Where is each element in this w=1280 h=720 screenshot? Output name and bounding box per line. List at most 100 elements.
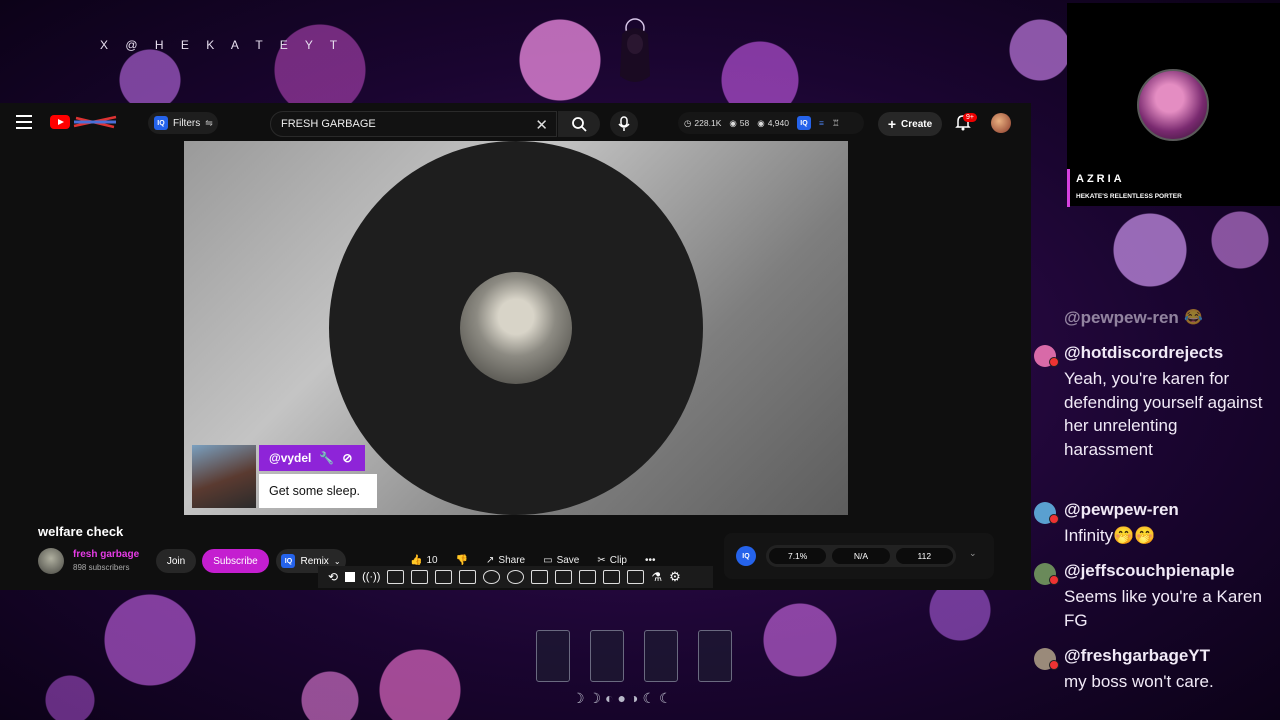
tarot-card-star — [698, 630, 732, 682]
eye-icon: ◉ — [757, 117, 765, 128]
clapperboard-icon[interactable] — [411, 570, 429, 584]
search-value: FRESH GARBAGE — [281, 118, 376, 130]
views-count: 228.1K — [694, 118, 722, 128]
stop-icon[interactable] — [345, 572, 356, 582]
trophy-icon[interactable]: ♖ — [832, 118, 840, 129]
settings-gear-icon[interactable]: ⚙ — [669, 569, 681, 585]
speed-icon[interactable] — [483, 570, 501, 584]
voice-search-button[interactable] — [610, 111, 638, 137]
youtube-badge-icon — [1049, 357, 1059, 367]
plus-icon: + — [887, 116, 897, 132]
iq-metric-1: 7.1% — [769, 548, 827, 564]
vinyl-record — [329, 141, 703, 515]
clear-search-icon[interactable]: ✕ — [535, 116, 548, 134]
wrench-icon: 🔧 — [319, 451, 335, 465]
share-label: Share — [498, 554, 526, 566]
eye-count-stat: ◉ 4,940 — [757, 118, 789, 129]
highlighted-chat-popup: @vydel 🔧 ⊘ Get some sleep. — [192, 445, 377, 508]
columns-icon[interactable] — [579, 570, 597, 584]
chat-username: @pewpew-ren — [1064, 500, 1179, 519]
laughing-emoji-icon: 😂 — [1184, 309, 1203, 326]
create-label: Create — [901, 118, 933, 130]
chat-text: Seems like you're a Karen FG — [1064, 587, 1262, 630]
download-icon[interactable] — [531, 570, 549, 584]
gauge-icon[interactable] — [507, 570, 525, 584]
channel-name[interactable]: fresh garbage — [73, 549, 139, 560]
search-icon — [572, 117, 587, 132]
iq-metric-2: N/A — [832, 548, 890, 564]
hamburger-menu-icon[interactable] — [16, 115, 32, 129]
stream-stats: ◷ 228.1K ◉ 58 ◉ 4,940 IQ ≡ ♖ — [678, 112, 864, 134]
tarot-card-sun — [536, 630, 570, 682]
thumbs-up-icon: 👍 — [410, 554, 423, 566]
video-title: welfare check — [38, 524, 124, 539]
account-avatar[interactable] — [991, 113, 1011, 133]
chat-text: Infinity🤭🤭 — [1064, 526, 1156, 545]
watching-stat: ◉ 58 — [729, 118, 749, 129]
search-button[interactable] — [558, 111, 600, 137]
chat-popup-username: @vydel 🔧 ⊘ — [259, 445, 365, 471]
picture-in-picture-icon[interactable] — [435, 570, 453, 584]
tarot-cards — [536, 630, 732, 682]
chat-username: @freshgarbageYT — [1064, 646, 1211, 665]
youtube-logo-icon[interactable] — [50, 114, 118, 130]
queue-icon[interactable]: ≡ — [819, 118, 824, 128]
youtube-badge-icon — [1049, 514, 1059, 524]
iq-icon: IQ — [281, 554, 296, 568]
iq-stats-panel: IQ 7.1% N/A 112 ⌄ — [724, 533, 994, 579]
iq-icon[interactable]: IQ — [796, 116, 811, 130]
chat-text: my boss won't care. — [1064, 672, 1214, 691]
chat-username: @jeffscouchpienaple — [1064, 561, 1235, 580]
like-count: 10 — [426, 554, 438, 566]
chat-username: @pewpew-ren — [1064, 308, 1179, 327]
add-box-icon[interactable] — [555, 570, 573, 584]
filters-label: Filters — [173, 117, 201, 129]
chat-username: @hotdiscordrejects — [1064, 343, 1224, 362]
youtube-badge-icon — [1049, 660, 1059, 670]
chevron-down-icon[interactable]: ⌄ — [969, 548, 977, 559]
eye-icon: ◉ — [729, 117, 737, 128]
moon-phases-icon: ☽☽◐●◑☾☾ — [572, 690, 676, 706]
stream-handle: X @ H E K A T E Y T — [100, 38, 345, 52]
youtube-badge-icon — [1049, 575, 1059, 585]
hekate-emblem-icon — [620, 18, 650, 82]
clip-label: Clip — [609, 554, 627, 566]
watching-count: 58 — [739, 118, 750, 128]
broadcast-icon[interactable]: ((·)) — [362, 571, 380, 583]
streamer-avatar — [1137, 69, 1209, 141]
iq-metrics: 7.1% N/A 112 — [766, 545, 956, 567]
subscribe-button[interactable]: Subscribe — [202, 549, 269, 573]
clock-icon: ◷ — [684, 117, 692, 128]
save-icon: ▭ — [543, 554, 553, 566]
screenshot-icon[interactable] — [627, 570, 645, 584]
microphone-icon — [618, 116, 630, 131]
create-button[interactable]: + Create — [878, 112, 942, 136]
join-button[interactable]: Join — [156, 549, 196, 573]
youtube-window: IQ Filters ⇋ FRESH GARBAGE ✕ ◷ 228.1K ◉ 58… — [0, 103, 1031, 590]
share-icon: ↗ — [486, 554, 495, 566]
loop-icon[interactable]: ⟲ — [328, 570, 338, 584]
iq-icon: IQ — [154, 116, 168, 130]
ban-icon: ⊘ — [342, 451, 353, 465]
iq-logo-icon[interactable]: IQ — [736, 546, 756, 566]
chat-popup-message: Get some sleep. — [259, 474, 377, 508]
streamer-subtitle: HEKATE'S RELENTLESS PORTER — [1076, 193, 1182, 200]
streamer-cam: AZRIA HEKATE'S RELENTLESS PORTER — [1067, 3, 1280, 207]
chat-popup-avatar — [192, 445, 256, 508]
video-player[interactable]: @vydel 🔧 ⊘ Get some sleep. — [184, 141, 848, 515]
search-input[interactable]: FRESH GARBAGE ✕ — [270, 111, 557, 137]
youtube-topbar: IQ Filters ⇋ FRESH GARBAGE ✕ ◷ 228.1K ◉ 58… — [0, 103, 1031, 141]
thumbs-down-icon: 👎 — [455, 554, 469, 566]
more-icon: ••• — [644, 554, 656, 566]
filters-button[interactable]: IQ Filters ⇋ — [148, 112, 218, 134]
channel-avatar[interactable] — [38, 548, 64, 574]
rows-icon[interactable] — [603, 570, 621, 584]
scissors-icon: ✂ — [597, 554, 606, 566]
miniplayer-icon[interactable] — [459, 570, 477, 584]
notifications-badge: 9+ — [963, 113, 977, 122]
save-label: Save — [556, 554, 580, 566]
flask-icon[interactable]: ⚗ — [651, 570, 662, 584]
theater-mode-icon[interactable] — [387, 570, 405, 584]
streamer-name: AZRIA — [1076, 173, 1125, 185]
tarot-card-chariot — [644, 630, 678, 682]
